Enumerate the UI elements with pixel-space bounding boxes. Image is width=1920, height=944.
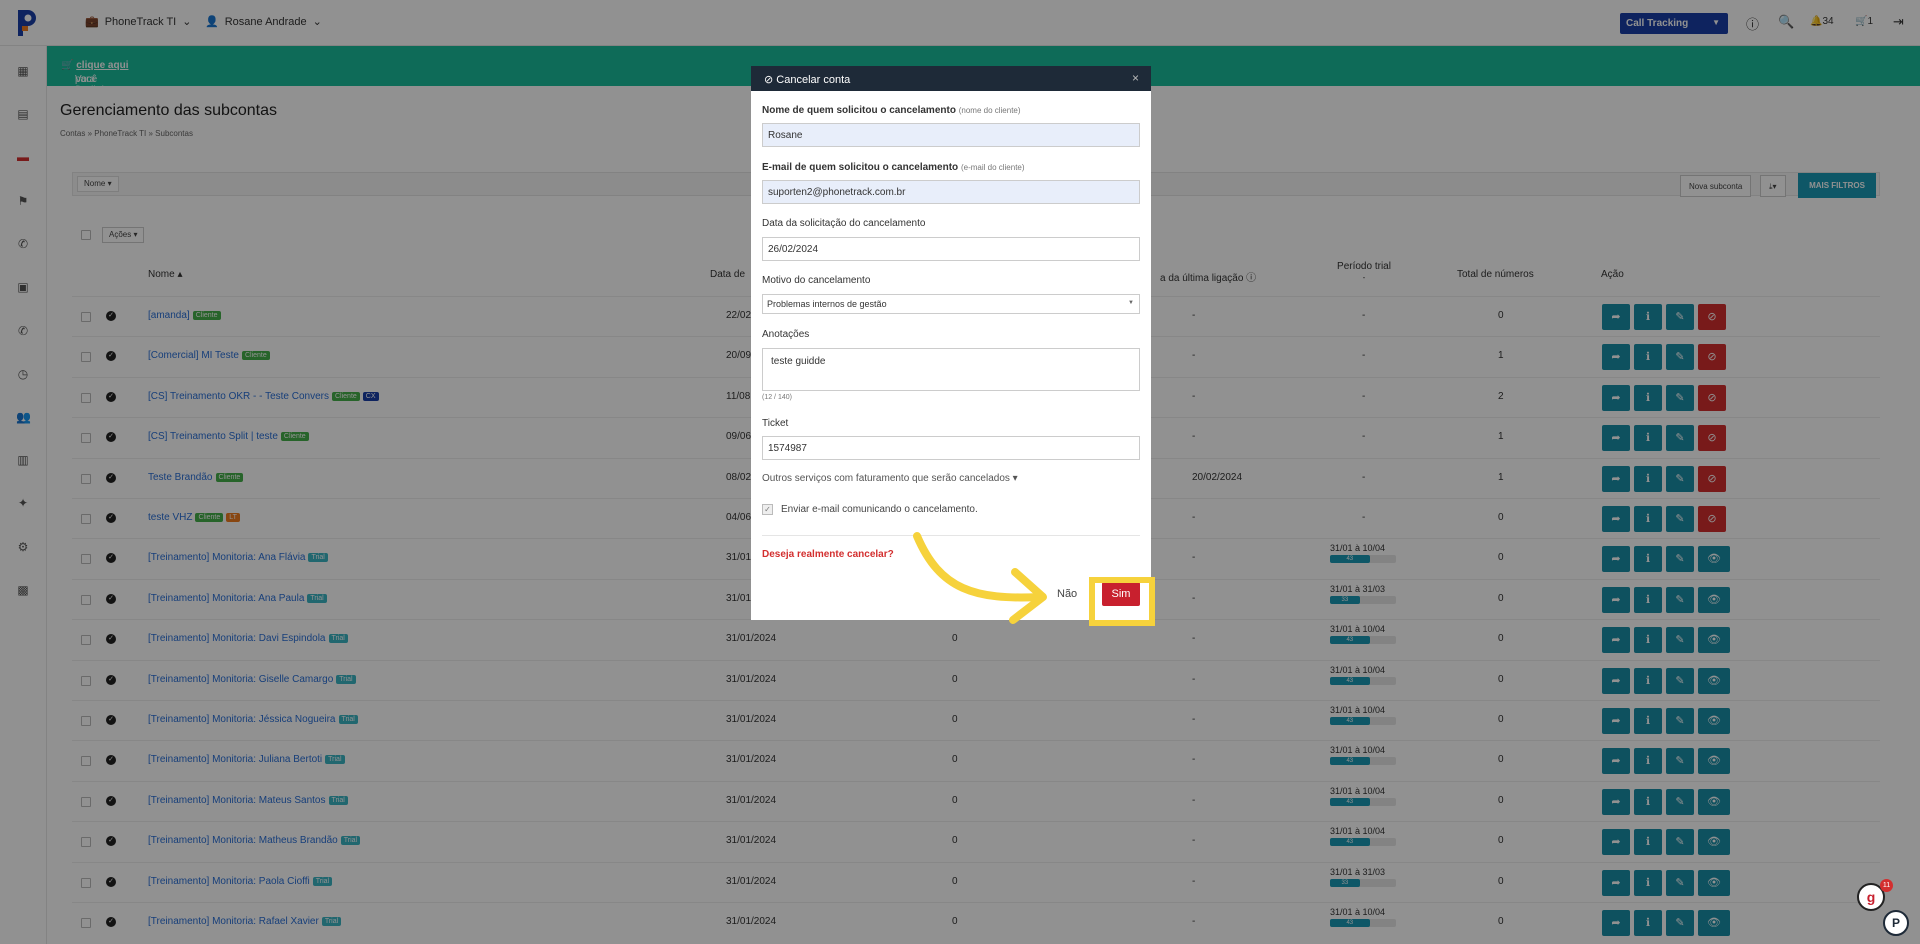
confirm-question: Deseja realmente cancelar?: [762, 549, 894, 560]
modal-title: ⊘ Cancelar conta: [764, 73, 850, 86]
reason-value: Problemas internos de gestão: [767, 299, 887, 309]
notes-label: Anotações: [762, 329, 810, 340]
divider: [762, 535, 1140, 536]
email-label: E-mail de quem solicitou o cancelamento …: [762, 162, 1025, 173]
request-date-input[interactable]: 26/02/2024: [762, 237, 1140, 261]
caret-down-icon: ▼: [1128, 300, 1134, 306]
guidde-count-badge: 11: [1880, 879, 1893, 892]
requester-label-text: Nome de quem solicitou o cancelamento: [762, 105, 956, 116]
send-email-option[interactable]: ✓ Enviar e-mail comunicando o cancelamen…: [762, 504, 978, 515]
other-services-toggle[interactable]: Outros serviços com faturamento que serã…: [762, 473, 1018, 484]
modal-title-text: Cancelar conta: [776, 74, 851, 86]
send-email-checkbox[interactable]: ✓: [762, 504, 773, 515]
requester-name-input[interactable]: Rosane: [762, 123, 1140, 147]
notes-textarea[interactable]: teste guidde: [762, 348, 1140, 391]
ticket-label: Ticket: [762, 418, 789, 429]
send-email-label: Enviar e-mail comunicando o cancelamento…: [781, 504, 978, 515]
ticket-input[interactable]: 1574987: [762, 436, 1140, 460]
modal-header: ⊘ Cancelar conta ×: [751, 66, 1151, 91]
cancel-account-modal: ⊘ Cancelar conta × Nome de quem solicito…: [751, 66, 1151, 620]
email-hint: (e-mail do cliente): [960, 163, 1025, 172]
requester-label: Nome de quem solicitou o cancelamento (n…: [762, 105, 1021, 116]
no-button[interactable]: Não: [1057, 588, 1077, 600]
email-input[interactable]: suporten2@phonetrack.com.br: [762, 180, 1140, 204]
close-icon[interactable]: ×: [1132, 71, 1139, 85]
yes-button-highlight: [1089, 577, 1155, 626]
email-label-text: E-mail de quem solicitou o cancelamento: [762, 162, 959, 173]
reason-select[interactable]: Problemas internos de gestão ▼: [762, 294, 1140, 314]
support-fab[interactable]: P: [1883, 910, 1909, 936]
reason-label: Motivo do cancelamento: [762, 275, 871, 286]
requester-hint: (nome do cliente): [958, 106, 1021, 115]
ban-icon: ⊘: [764, 74, 774, 86]
notes-char-counter: (12 / 140): [762, 394, 792, 401]
date-label: Data da solicitação do cancelamento: [762, 218, 926, 229]
